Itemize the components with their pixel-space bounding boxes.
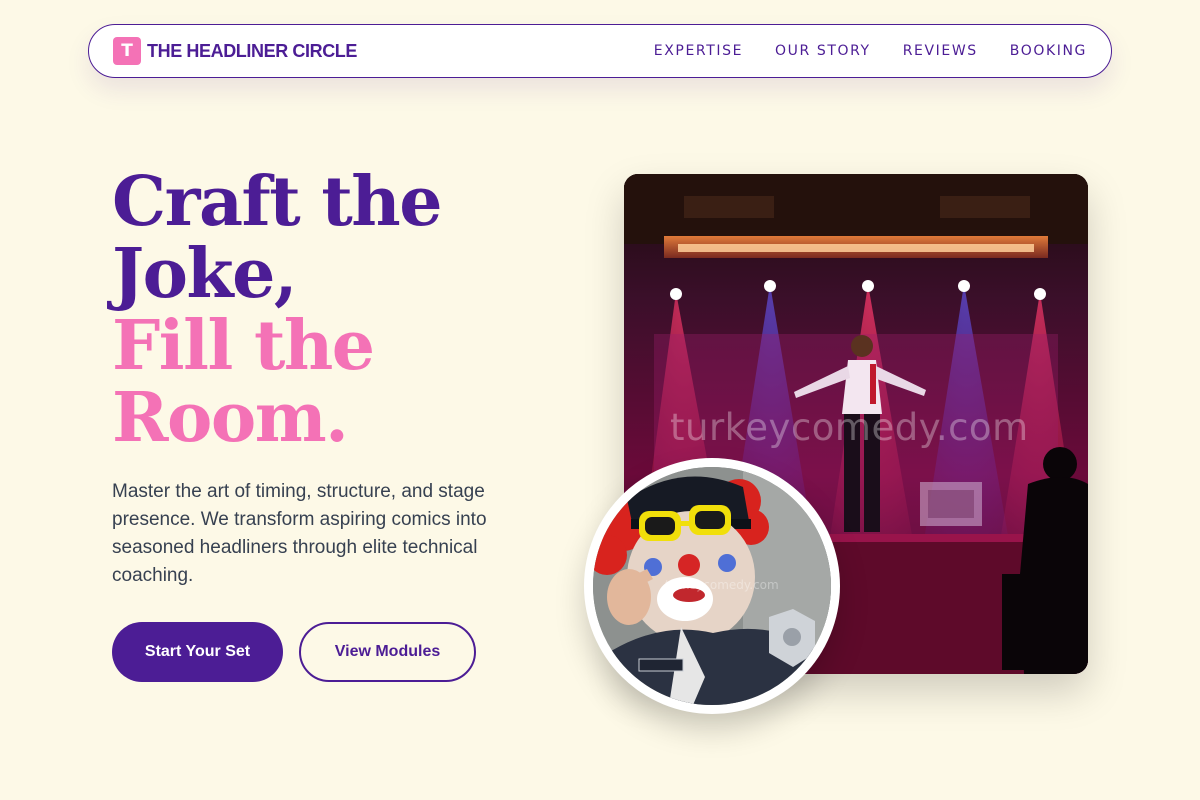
nav-link-reviews[interactable]: REVIEWS	[903, 43, 978, 59]
brand-mark-icon: T	[113, 37, 141, 65]
avatar-photo-watermark: turkeycomedy.com	[665, 578, 779, 592]
start-your-set-button[interactable]: Start Your Set	[112, 622, 283, 682]
stage-photo-watermark: turkeycomedy.com	[670, 406, 1029, 449]
nav-link-our-story[interactable]: OUR STORY	[775, 43, 871, 59]
headline-line-3: Fill the	[112, 306, 375, 386]
clown-cop-photo: turkeycomedy.com	[593, 467, 831, 705]
brand-name: THE HEADLINER CIRCLE	[147, 40, 358, 61]
top-navbar: T THE HEADLINER CIRCLE EXPERTISE OUR STO…	[88, 24, 1112, 78]
clown-cop-avatar: turkeycomedy.com	[584, 458, 840, 714]
headline-line-4: Room.	[112, 378, 349, 458]
brand-logo-link[interactable]: T THE HEADLINER CIRCLE	[113, 37, 357, 65]
nav-links: EXPERTISE OUR STORY REVIEWS BOOKING	[654, 42, 1087, 60]
nav-link-expertise[interactable]: EXPERTISE	[654, 43, 743, 59]
headline-line-1: Craft the	[112, 162, 442, 242]
hero-headline: Craft the Joke, Fill the Room.	[112, 166, 572, 454]
view-modules-button[interactable]: View Modules	[299, 622, 476, 682]
hero-description: Master the art of timing, structure, and…	[112, 481, 487, 586]
headline-line-2: Joke,	[112, 234, 298, 314]
nav-link-booking[interactable]: BOOKING	[1010, 43, 1087, 59]
